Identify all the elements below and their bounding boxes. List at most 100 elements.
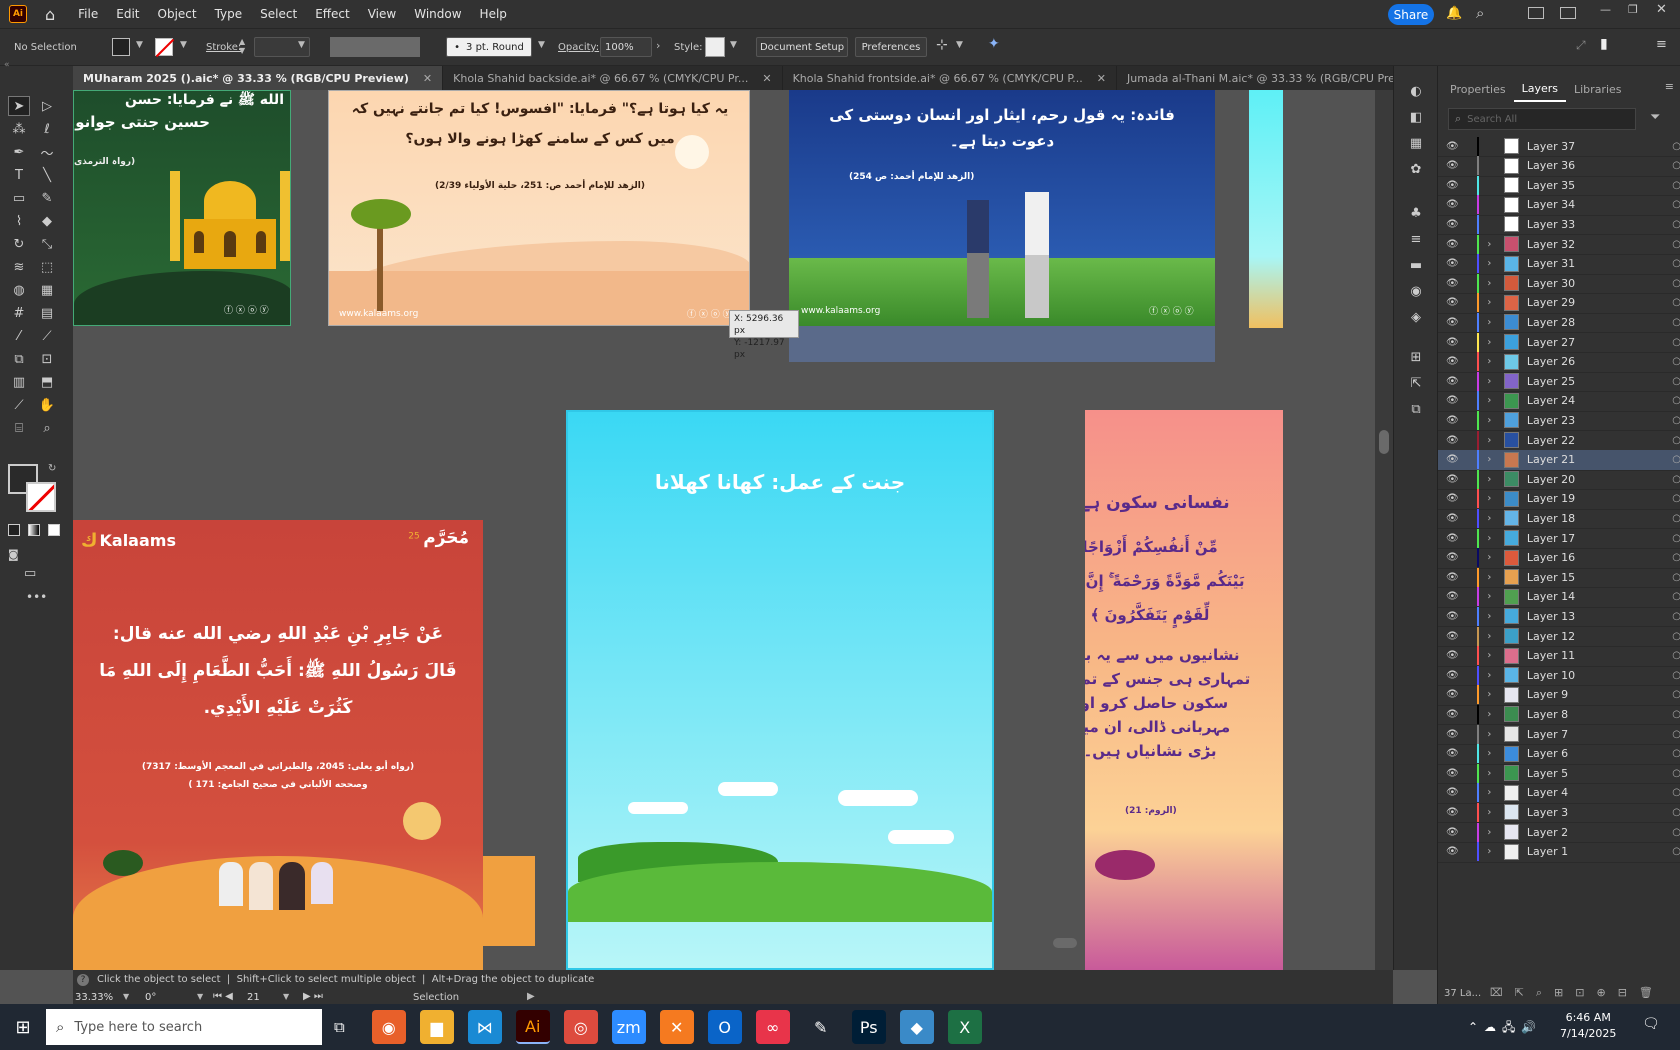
layer-row[interactable]: 👁 › Layer 14 ○	[1438, 587, 1680, 608]
more-tools-icon[interactable]: •••	[26, 590, 47, 604]
chevron-down-icon[interactable]: ▼	[730, 40, 737, 50]
align-icon[interactable]: ⊹	[936, 37, 948, 53]
file-explorer-icon[interactable]: ▆	[419, 1010, 454, 1044]
visibility-eye-icon[interactable]: 👁	[1446, 415, 1459, 426]
artboard-red-hadith[interactable]: ك Kalaams مُحَرَّم 25 عَنْ جَابِرِ بْنِ …	[73, 520, 483, 970]
pen-tool-icon[interactable]: ✎	[803, 1010, 838, 1044]
filter-icon[interactable]: ⏷	[1650, 110, 1660, 125]
artboard-number[interactable]: 21	[247, 992, 260, 1003]
artboard-nav-next[interactable]: ▶ ⏭	[303, 991, 323, 1002]
document-tab[interactable]: MUharam 2025 ().aic* @ 33.33 % (RGB/CPU …	[73, 66, 444, 90]
layer-row[interactable]: 👁 › Layer 9 ○	[1438, 685, 1680, 706]
expand-chevron-icon[interactable]: ›	[1487, 415, 1498, 426]
free-transform-tool-icon[interactable]: ⬚	[36, 257, 58, 277]
target-circle-icon[interactable]: ○	[1672, 591, 1680, 602]
visibility-eye-icon[interactable]: 👁	[1446, 356, 1459, 367]
artboard-blue-greeting[interactable]: فائدہ: یہ قول رحم، ایثار اور انسان دوستی…	[789, 90, 1215, 362]
expand-chevron-icon[interactable]: ›	[1487, 729, 1498, 740]
arrange-documents-icon[interactable]	[1528, 7, 1544, 19]
chevron-down-icon[interactable]: ▼	[298, 40, 305, 50]
layer-row[interactable]: 👁 › Layer 7 ○	[1438, 724, 1680, 745]
rectangle-tool-icon[interactable]: ▭	[8, 188, 30, 208]
target-circle-icon[interactable]: ○	[1672, 709, 1680, 720]
transform-icon[interactable]: ⊞	[1406, 350, 1426, 370]
target-circle-icon[interactable]: ○	[1672, 435, 1680, 446]
close-tab-icon[interactable]: ✕	[1097, 72, 1106, 85]
layer-name[interactable]: Layer 23	[1527, 414, 1608, 427]
magic-wand-tool-icon[interactable]: ⁂	[8, 119, 30, 139]
visibility-eye-icon[interactable]: 👁	[1446, 631, 1459, 642]
expand-chevron-icon[interactable]: ›	[1487, 317, 1498, 328]
target-circle-icon[interactable]: ○	[1672, 141, 1680, 152]
brush-definition[interactable]: • 3 pt. Round	[446, 37, 532, 57]
target-circle-icon[interactable]: ○	[1672, 846, 1680, 857]
mesh-tool-icon[interactable]: #	[8, 303, 30, 323]
visibility-eye-icon[interactable]: 👁	[1446, 513, 1459, 524]
artboard-partial-cyan[interactable]	[1249, 90, 1283, 328]
color-icon[interactable]: ◐	[1406, 84, 1426, 104]
layer-row[interactable]: 👁 › Layer 6 ○	[1438, 744, 1680, 765]
screen-mode-icon[interactable]: ▭	[24, 566, 36, 581]
artboard-cyan-garden[interactable]: جنت کے عمل: کھانا کھلانا	[566, 410, 994, 970]
visibility-eye-icon[interactable]: 👁	[1446, 768, 1459, 779]
target-circle-icon[interactable]: ○	[1672, 689, 1680, 700]
layer-name[interactable]: Layer 16	[1527, 551, 1608, 564]
layer-name[interactable]: Layer 1	[1527, 845, 1608, 858]
panel-menu-icon[interactable]: ≡	[1665, 80, 1674, 93]
visibility-eye-icon[interactable]: 👁	[1446, 591, 1459, 602]
layer-row[interactable]: 👁 › Layer 32 ○	[1438, 234, 1680, 255]
none-mode-icon[interactable]	[48, 524, 60, 536]
expand-chevron-icon[interactable]: ›	[1487, 787, 1498, 798]
target-circle-icon[interactable]: ○	[1672, 415, 1680, 426]
target-circle-icon[interactable]: ○	[1672, 533, 1680, 544]
symbol-sprayer-tool-icon[interactable]: ⊡	[36, 349, 58, 369]
expand-chevron-icon[interactable]: ›	[1487, 650, 1498, 661]
chevron-down-icon[interactable]: ▼	[123, 992, 129, 1001]
menu-help[interactable]: Help	[471, 7, 516, 21]
document-tab[interactable]: Khola Shahid frontside.ai* @ 66.67 % (CM…	[783, 66, 1118, 90]
layer-row[interactable]: 👁 › Layer 11 ○	[1438, 646, 1680, 667]
target-circle-icon[interactable]: ○	[1672, 807, 1680, 818]
eyedropper-tool-icon[interactable]: ⁄	[8, 326, 30, 346]
target-circle-icon[interactable]: ○	[1672, 395, 1680, 406]
visibility-eye-icon[interactable]: 👁	[1446, 650, 1459, 661]
rotate-tool-icon[interactable]: ↻	[8, 234, 30, 254]
visibility-eye-icon[interactable]: 👁	[1446, 435, 1459, 446]
visibility-eye-icon[interactable]: 👁	[1446, 611, 1459, 622]
panel-toggle-icon[interactable]: ▮	[1600, 36, 1608, 52]
close-tab-icon[interactable]: ✕	[762, 72, 771, 85]
export-icon[interactable]: ⇱	[1406, 376, 1426, 396]
layer-name[interactable]: Layer 27	[1527, 336, 1608, 349]
layer-name[interactable]: Layer 20	[1527, 473, 1608, 486]
layer-name[interactable]: Layer 5	[1527, 767, 1608, 780]
layer-name[interactable]: Layer 12	[1527, 630, 1608, 643]
measure-tool-icon[interactable]: ⟋	[36, 326, 58, 346]
chevron-down-icon[interactable]: ▼	[180, 40, 187, 50]
workspace-icon[interactable]	[1560, 7, 1576, 19]
visibility-eye-icon[interactable]: 👁	[1446, 395, 1459, 406]
visibility-eye-icon[interactable]: 👁	[1446, 709, 1459, 720]
visibility-eye-icon[interactable]: 👁	[1446, 846, 1459, 857]
target-circle-icon[interactable]: ○	[1672, 239, 1680, 250]
pathfinder-icon[interactable]: ◈	[1406, 310, 1426, 330]
expand-chevron-icon[interactable]: ›	[1487, 709, 1498, 720]
layer-name[interactable]: Layer 8	[1527, 708, 1608, 721]
visibility-eye-icon[interactable]: 👁	[1446, 317, 1459, 328]
photoshop-icon[interactable]: Ps	[851, 1010, 886, 1044]
scroll-thumb[interactable]	[1379, 430, 1389, 454]
chevron-right-icon[interactable]: ›	[656, 39, 660, 52]
target-circle-icon[interactable]: ○	[1672, 827, 1680, 838]
canvas[interactable]: الله ﷺ نے فرمایا: حسن حسین جنتی جوانوں (…	[73, 90, 1375, 970]
expand-chevron-icon[interactable]: ›	[1487, 435, 1498, 446]
layer-name[interactable]: Layer 36	[1527, 159, 1608, 172]
visibility-eye-icon[interactable]: 👁	[1446, 748, 1459, 759]
layer-row[interactable]: 👁 › Layer 17 ○	[1438, 528, 1680, 549]
vscode-icon[interactable]: ⋈	[467, 1010, 502, 1044]
target-circle-icon[interactable]: ○	[1672, 317, 1680, 328]
illustrator-icon[interactable]: Ai	[515, 1010, 550, 1044]
layer-row[interactable]: 👁 › Layer 20 ○	[1438, 469, 1680, 491]
visibility-eye-icon[interactable]: 👁	[1446, 180, 1459, 191]
expand-chevron-icon[interactable]: ›	[1487, 768, 1498, 779]
layer-name[interactable]: Layer 25	[1527, 375, 1608, 388]
rotation-field[interactable]: 0°	[145, 992, 156, 1003]
